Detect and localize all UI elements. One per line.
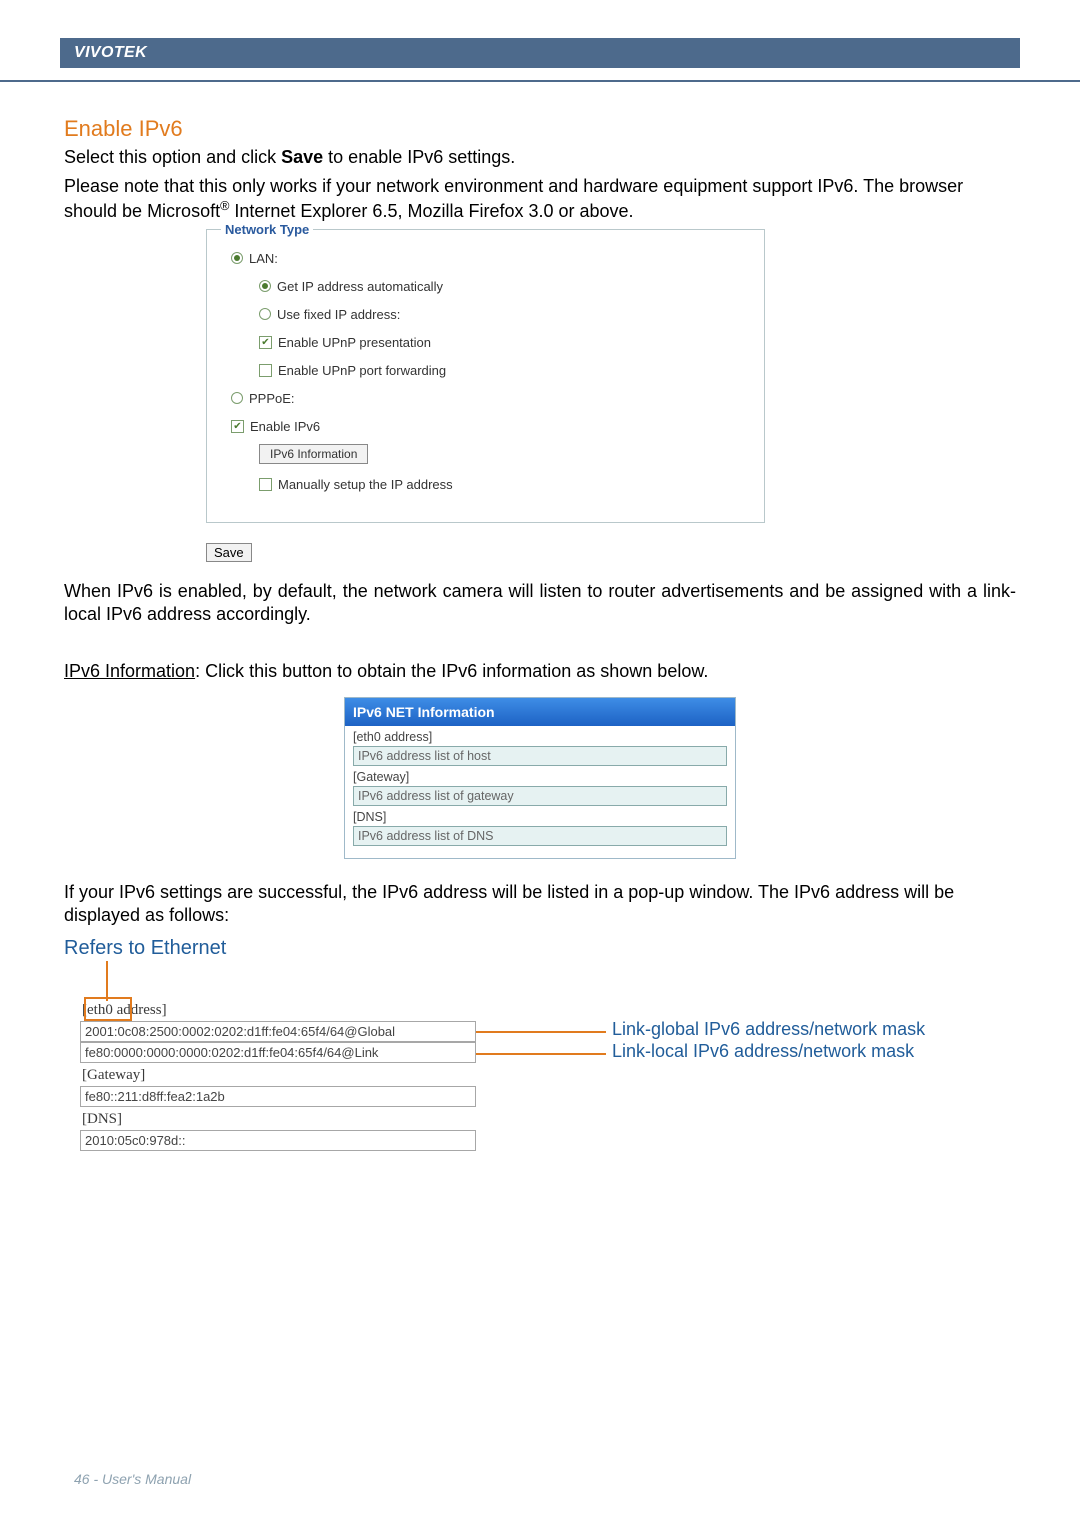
annotation-local: Link-local IPv6 address/network mask	[612, 1041, 914, 1062]
gateway-label: [Gateway]	[353, 770, 727, 784]
upnp-presentation-label: Enable UPnP presentation	[278, 335, 431, 350]
dns-address-list-field: IPv6 address list of DNS	[353, 826, 727, 846]
enable-ipv6-label: Enable IPv6	[250, 419, 320, 434]
brand-label: VIVOTEK	[74, 44, 147, 62]
manual-ip-label: Manually setup the IP address	[278, 477, 453, 492]
ipv6-information-button[interactable]: IPv6 Information	[259, 444, 368, 464]
checkbox-enable-ipv6[interactable]: ✔	[231, 420, 244, 433]
eth0-text: [eth0	[82, 1002, 113, 1018]
link-address-cell: fe80:0000:0000:0000:0202:d1ff:fe04:65f4/…	[80, 1042, 476, 1063]
enable-ipv6-row[interactable]: ✔ Enable IPv6	[231, 412, 764, 440]
radio-lan[interactable]	[231, 252, 243, 264]
header-bar: VIVOTEK	[60, 38, 1020, 68]
checkbox-upnp-port[interactable]	[259, 364, 272, 377]
radio-fixed-ip[interactable]	[259, 308, 271, 320]
eth0-address-heading: [eth0 address]	[80, 998, 476, 1021]
gateway-address-cell: fe80::211:d8ff:fea2:1a2b	[80, 1086, 476, 1107]
ipv6-default-behavior: When IPv6 is enabled, by default, the ne…	[64, 580, 1016, 626]
text-fragment: Internet Explorer 6.5, Mozilla Firefox 3…	[229, 201, 633, 221]
manual-ip-row[interactable]: Manually setup the IP address	[259, 470, 764, 498]
popup-title: IPv6 NET Information	[345, 698, 735, 726]
connector-local	[476, 1053, 606, 1055]
page-footer: 46 - User's Manual	[74, 1471, 191, 1487]
global-address-cell: 2001:0c08:2500:0002:0202:d1ff:fe04:65f4/…	[80, 1021, 476, 1042]
getip-auto-label: Get IP address automatically	[277, 279, 443, 294]
gateway-address-list-field: IPv6 address list of gateway	[353, 786, 727, 806]
ipv6-net-info-popup: IPv6 NET Information [eth0 address] IPv6…	[344, 697, 736, 859]
checkbox-upnp-presentation[interactable]: ✔	[259, 336, 272, 349]
save-button[interactable]: Save	[206, 543, 252, 562]
refers-to-ethernet-title: Refers to Ethernet	[64, 937, 1016, 960]
ethernet-section: Refers to Ethernet [eth0 address] 2001:0…	[64, 937, 1016, 1151]
page-header: VIVOTEK	[0, 38, 1080, 82]
text-fragment: Select this option and click	[64, 147, 281, 167]
content-area: Enable IPv6 Select this option and click…	[64, 116, 1016, 1151]
panel-legend: Network Type	[221, 222, 313, 237]
text-fragment: : Click this button to obtain the IPv6 i…	[195, 661, 708, 681]
checkbox-manual-ip[interactable]	[259, 478, 272, 491]
pppoe-label: PPPoE:	[249, 391, 295, 406]
save-keyword: Save	[281, 147, 323, 167]
enable-ipv6-instruction: Select this option and click Save to ena…	[64, 146, 1016, 169]
callout-line-vertical	[106, 961, 108, 1001]
getip-auto-row[interactable]: Get IP address automatically	[259, 272, 764, 300]
lan-option-row[interactable]: LAN:	[231, 244, 764, 272]
dns-label: [DNS]	[353, 810, 727, 824]
connector-global	[476, 1031, 606, 1033]
fixed-ip-label: Use fixed IP address:	[277, 307, 400, 322]
host-address-list-field: IPv6 address list of host	[353, 746, 727, 766]
ipv6-success-note: If your IPv6 settings are successful, th…	[64, 881, 1016, 927]
network-type-panel: Network Type LAN: Get IP address automat…	[206, 229, 765, 523]
radio-getip-auto[interactable]	[259, 280, 271, 292]
ipv6-info-line: IPv6 Information: Click this button to o…	[64, 660, 1016, 683]
registered-symbol: ®	[220, 199, 229, 213]
ipv6-info-underlined: IPv6 Information	[64, 661, 195, 681]
browser-requirement-note: Please note that this only works if your…	[64, 175, 1016, 223]
lan-label: LAN:	[249, 251, 278, 266]
annotation-global: Link-global IPv6 address/network mask	[612, 1019, 925, 1040]
dns-heading: [DNS]	[80, 1107, 476, 1130]
dns-address-cell: 2010:05c0:978d::	[80, 1130, 476, 1151]
address-text: address]	[113, 1002, 167, 1018]
upnp-port-label: Enable UPnP port forwarding	[278, 363, 446, 378]
section-title-enable-ipv6: Enable IPv6	[64, 116, 1016, 142]
gateway-heading: [Gateway]	[80, 1063, 476, 1086]
upnp-presentation-row[interactable]: ✔ Enable UPnP presentation	[259, 328, 764, 356]
fixed-ip-row[interactable]: Use fixed IP address:	[259, 300, 764, 328]
text-fragment: to enable IPv6 settings.	[323, 147, 515, 167]
ipv6-address-table: [eth0 address] 2001:0c08:2500:0002:0202:…	[80, 998, 476, 1151]
upnp-port-row[interactable]: Enable UPnP port forwarding	[259, 356, 764, 384]
pppoe-option-row[interactable]: PPPoE:	[231, 384, 764, 412]
eth0-address-label: [eth0 address]	[353, 730, 727, 744]
header-rule	[0, 80, 1080, 82]
radio-pppoe[interactable]	[231, 392, 243, 404]
